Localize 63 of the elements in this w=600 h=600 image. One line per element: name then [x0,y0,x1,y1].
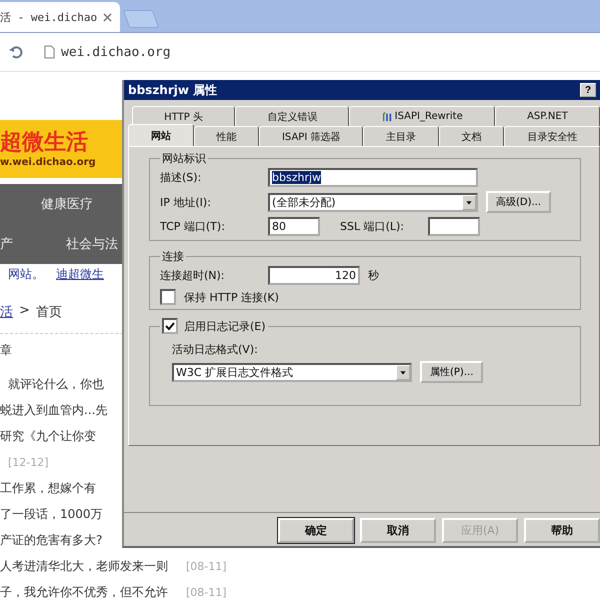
field-label: 连接超时(N): [160,268,226,283]
dialog-tab[interactable]: 主目录 [363,126,439,146]
article-link[interactable]: 产证的危害有多大? [0,532,102,548]
checkbox-label: 启用日志记录(E) [184,318,266,334]
timeout-field[interactable]: 120 [268,266,360,285]
article-link[interactable]: 蜕进入到血管内...先 [0,402,108,418]
article-date: [08-11] [185,586,227,598]
dialog-title: bbszhrjw 属性 [128,82,218,98]
breadcrumb-separator: > [19,303,30,320]
advanced-button[interactable]: 高级(D)... [486,191,552,213]
dialog-tab[interactable]: 网站 [128,124,194,146]
check-mark-icon [165,321,175,331]
breadcrumb-current: 首页 [36,304,62,321]
article-link[interactable]: 了一段话，1000万 [0,506,103,522]
properties-button[interactable]: 属性(P)... [420,361,484,383]
ip-address-dropdown[interactable]: (全部未分配) [268,192,478,212]
nav-link[interactable]: 社会与法 [66,235,118,253]
unit-label: 秒 [368,268,379,283]
link[interactable]: 网站。 [8,266,44,283]
dialog-tab[interactable]: ISAPI_Rewrite [349,106,495,126]
article-date: [12-12] [7,456,49,468]
dialog-tab[interactable]: 文档 [438,126,504,146]
dialog-tab[interactable]: 性能 [194,126,260,146]
field-label: IP 地址(I): [160,194,212,210]
breadcrumb-link[interactable]: 活 [0,303,13,321]
group-title: 连接 [161,249,185,264]
reload-icon[interactable] [8,44,24,60]
site-url: w.wei.dichao.org [0,156,96,168]
ssl-port-field[interactable] [428,217,480,236]
link[interactable]: 迪超微生 [56,266,104,283]
field-label: 描述(S): [160,170,202,185]
address-field[interactable]: wei.dichao.org [61,44,171,60]
dialog-button[interactable]: 帮助 [524,518,600,543]
dialog-tab[interactable]: 自定义错误 [235,106,350,126]
tab-title: 活 - wei.dichao [0,10,98,24]
article-date: [08-11] [185,560,227,572]
nav-link[interactable]: 产 [0,235,13,253]
page-icon [44,45,55,59]
dialog-tab[interactable]: ISAPI 筛选器 [259,126,364,146]
article-link[interactable]: 研究《九个让你变 [0,428,96,444]
article-link[interactable]: 人考进清华北大，老师发来一则 [0,558,168,574]
field-label: TCP 端口(T): [160,219,226,234]
checkbox-label: 保持 HTTP 连接(K) [184,290,279,304]
log-format-dropdown[interactable]: W3C 扩展日志文件格式 [172,362,412,382]
help-button[interactable]: ? [580,83,596,97]
article-link[interactable]: 子，我允许你不优秀，但不允许 [0,584,168,600]
checkbox[interactable] [162,318,178,334]
field-label: 活动日志格式(V): [172,342,259,357]
description-field[interactable]: bbszhrjw [268,168,478,187]
close-icon[interactable] [103,12,112,22]
browser-tab[interactable]: 活 - wei.dichao [0,2,120,32]
nav-link[interactable]: 健康医疗 [41,195,93,213]
dialog-button[interactable]: 取消 [360,518,436,543]
field-label: SSL 端口(L): [340,219,406,234]
dialog-tab[interactable]: HTTP 头 [132,106,236,126]
article-link[interactable]: 工作累，想嫁个有 [0,480,96,496]
dialog-button[interactable]: 确定 [278,518,354,543]
checkbox[interactable] [160,289,176,305]
article-link[interactable]: 就评论什么，你也 [8,376,104,392]
dialog-tab[interactable]: 目录安全性 [504,126,600,146]
group-title: 网站标识 [161,151,207,166]
tcp-port-field[interactable]: 80 [268,217,320,236]
dialog-tab[interactable]: ASP.NET [494,106,600,126]
